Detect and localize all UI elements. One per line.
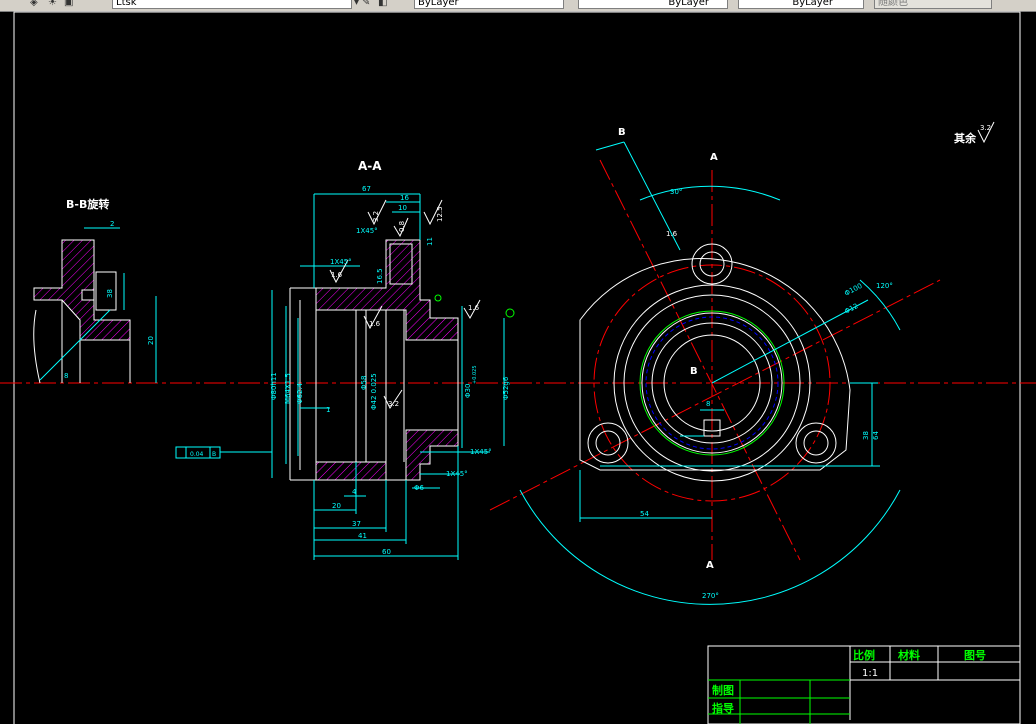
dim-aa-20: 20 (332, 502, 341, 510)
dim-aa-67: 67 (362, 185, 371, 193)
dim-front-64: 64 (872, 431, 880, 440)
title-scale-label: 比例 (853, 648, 875, 662)
dim-front-phi100: Φ100 (843, 282, 863, 298)
title-drawn-label: 制图 (712, 683, 734, 697)
title-material-label: 材料 (898, 648, 920, 662)
lock-icon[interactable]: ▣ (64, 0, 73, 9)
roughness-aa-08: 0.8 (398, 221, 406, 232)
dim-aa-165: 16.5 (376, 268, 384, 284)
roughness-aa-16b: 1.6 (369, 320, 381, 328)
dim-bb-38: 38 (106, 289, 114, 298)
dim-aa-11: 11 (426, 237, 434, 246)
dim-aa-phi80: Φ80h11 (270, 372, 278, 400)
dim-aa-4: 4 (352, 488, 357, 496)
dim-aa-phi30: Φ30 (464, 384, 472, 398)
layer-dropdown[interactable]: Ltsk (112, 0, 352, 9)
gdt-frame: 0.04 B (175, 446, 272, 459)
datum-c-marker (434, 294, 442, 302)
section-bb-view: B-B旋转 38 20 2 8 (33, 197, 157, 384)
lineweight-dropdown-value: ByLayer (792, 0, 833, 8)
dim-aa-phi30-tol: +0.025 (472, 365, 478, 384)
linetype-dropdown[interactable]: ByLayer (578, 0, 728, 9)
layer-icon[interactable]: ◈ (30, 0, 38, 9)
dim-front-38: 38 (862, 431, 870, 440)
bolt-hole-left (595, 430, 621, 456)
lineweight-dropdown[interactable]: ByLayer (738, 0, 864, 9)
dim-aa-60: 60 (382, 548, 391, 556)
roughness-aa-32a: 3.2 (372, 211, 380, 222)
bolt-hole-right (803, 430, 829, 456)
section-mark-b-top: B (618, 127, 626, 138)
gdt-datum: B (212, 451, 216, 458)
dim-front-8: 8 (706, 400, 710, 408)
dim-aa-10: 10 (398, 204, 407, 212)
dim-bb-leader (39, 309, 111, 381)
dim-aa-37: 37 (352, 520, 361, 528)
dim-aa-chamfer-3: 1X45° (470, 448, 492, 456)
linetype-dropdown-value: ByLayer (668, 0, 709, 8)
datum-b-marker (505, 308, 515, 318)
section-bb-title: B-B旋转 (66, 197, 109, 211)
chevron-down-icon[interactable]: ▾ (354, 0, 359, 9)
section-aa-title: A-A (358, 159, 382, 173)
roughness-aa-125: 12.5 (436, 206, 444, 222)
gdt-tolerance: 0.04 (190, 451, 204, 458)
dim-front-120: 120° (876, 282, 893, 290)
front-view: A A B B 30° 120° 270° 54 38 64 Φ100 Φ12 … (489, 121, 995, 605)
dim-front-30: 30° (670, 188, 682, 196)
dim-aa-thread: M64X1.5 (284, 373, 292, 404)
dim-aa-phi624: Φ62.4 (296, 382, 304, 404)
roughness-aa-32c: 3.2 (388, 400, 399, 408)
surface-note-roughness: 3.2 (980, 124, 991, 132)
section-aa-hatch-bottom (315, 429, 459, 481)
dim-aa-phi42: Φ42 0.025 (370, 373, 378, 410)
section-mark-a-bottom: A (706, 560, 714, 571)
title-scale-value: 1:1 (862, 668, 878, 679)
dim-front-270: 270° (702, 592, 719, 600)
title-drawing-no-label: 图号 (964, 649, 986, 662)
dim-bb-8: 8 (64, 372, 68, 380)
section-mark-b-center: B (690, 366, 698, 377)
dim-aa-phi6: Φ6 (414, 484, 425, 492)
boss-right (795, 422, 837, 464)
dim-front-54: 54 (640, 510, 649, 518)
front-dim-lines (519, 141, 901, 605)
color-dropdown[interactable]: ByLayer (414, 0, 564, 9)
surface-note: 其余 (954, 131, 977, 145)
layer-previous-icon[interactable]: ◧ (378, 0, 387, 9)
dim-aa-1: 1 (326, 406, 330, 414)
dim-aa-chamfer-1: 1X45° (330, 258, 352, 266)
dim-aa-chamfer-2: 1X45° (356, 227, 378, 235)
roughness-front-16: 1.6 (666, 230, 678, 238)
layer-dropdown-value: Ltsk (116, 0, 137, 8)
roughness-aa-16c: 1.6 (468, 304, 480, 312)
dim-aa-phi52: Φ52g6 (502, 376, 510, 400)
section-mark-a-top: A (710, 152, 718, 163)
section-aa-view: A-A 67 16 10 1X45° 1X45° 3.2 12.5 0.8 11… (175, 159, 515, 560)
section-aa-hatch-top (315, 239, 459, 341)
dim-aa-16: 16 (400, 194, 409, 202)
plotstyle-dropdown[interactable]: 随颜色 (874, 0, 992, 9)
dim-aa-chamfer-4: 1X45° (446, 470, 468, 478)
drawing-frame (13, 11, 1021, 724)
dim-bb-2: 2 (110, 220, 114, 228)
dim-aa-41: 41 (358, 532, 367, 540)
dim-bb-20: 20 (147, 336, 155, 345)
plotstyle-dropdown-value: 随颜色 (878, 0, 908, 8)
drawing-canvas[interactable]: B-B旋转 38 20 2 8 A-A 67 16 10 1X45° 1X45°… (0, 11, 1036, 724)
dim-aa-phi58: Φ58 (360, 376, 368, 390)
dim-front-phi12: Φ12 (843, 302, 859, 316)
roughness-aa-16a: 1.6 (331, 271, 343, 279)
layer-state-icon[interactable]: ☀ (48, 0, 57, 9)
title-guide-label: 指导 (712, 701, 734, 715)
front-body-outline (579, 257, 851, 471)
color-dropdown-value: ByLayer (418, 0, 459, 8)
match-icon[interactable]: ✎ (362, 0, 370, 9)
